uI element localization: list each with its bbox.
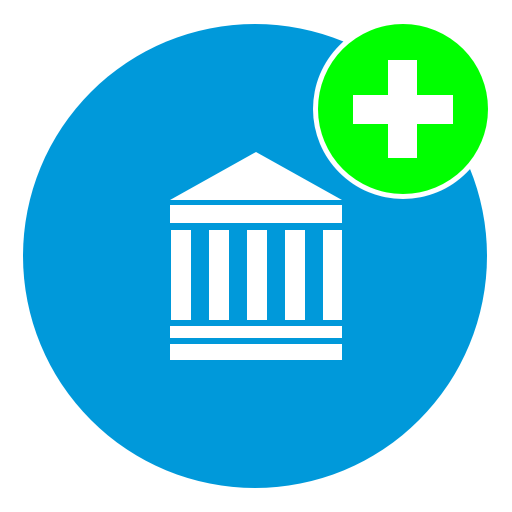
bank-base-step xyxy=(170,326,342,338)
app-icon xyxy=(0,0,512,512)
add-badge xyxy=(313,19,493,199)
add-bank-icon xyxy=(23,19,493,488)
bank-column xyxy=(247,230,267,320)
bank-column xyxy=(171,230,191,320)
bank-column xyxy=(209,230,229,320)
bank-base-step xyxy=(170,344,342,360)
bank-top-beam xyxy=(170,205,342,223)
bank-column xyxy=(285,230,305,320)
bank-column xyxy=(323,230,342,320)
